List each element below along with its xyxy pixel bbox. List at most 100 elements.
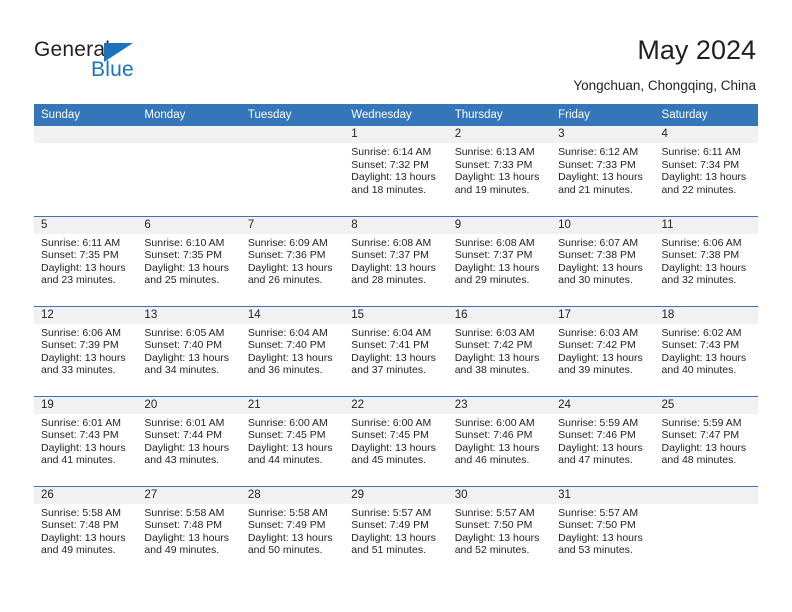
daylight-text-line2: and 52 minutes. (454, 544, 530, 557)
day-details: Sunrise: 6:05 AM Sunset: 7:40 PM Dayligh… (137, 324, 240, 377)
daylight-text-line2: and 48 minutes. (661, 454, 737, 467)
day-cell[interactable]: 8 Sunrise: 6:08 AM Sunset: 7:37 PM Dayli… (344, 215, 448, 306)
day-details (34, 143, 137, 146)
day-cell[interactable]: 16 Sunrise: 6:03 AM Sunset: 7:42 PM Dayl… (447, 305, 552, 396)
day-details: Sunrise: 5:57 AM Sunset: 7:50 PM Dayligh… (551, 504, 654, 557)
daylight-text-line1: Daylight: 13 hours (351, 171, 436, 184)
sunset-text: Sunset: 7:49 PM (351, 519, 429, 532)
day-cell[interactable]: 11 Sunrise: 6:06 AM Sunset: 7:38 PM Dayl… (654, 215, 758, 306)
daylight-text-line1: Daylight: 13 hours (144, 531, 230, 544)
day-cell[interactable]: 5 Sunrise: 6:11 AM Sunset: 7:35 PM Dayli… (34, 215, 138, 306)
daylight-text-line2: and 21 minutes. (558, 183, 633, 196)
sunrise-text: Sunrise: 5:58 AM (144, 506, 225, 519)
day-cell[interactable] (654, 485, 758, 576)
day-cell[interactable]: 3 Sunrise: 6:12 AM Sunset: 7:33 PM Dayli… (551, 126, 655, 216)
daylight-text-line2: and 41 minutes. (41, 454, 116, 467)
day-number (240, 126, 345, 143)
day-number: 29 (344, 486, 448, 504)
daylight-text-line1: Daylight: 13 hours (558, 171, 643, 184)
sunrise-text: Sunrise: 6:00 AM (454, 416, 535, 429)
day-cell[interactable]: 31 Sunrise: 5:57 AM Sunset: 7:50 PM Dayl… (551, 485, 655, 576)
daylight-text-line2: and 37 minutes. (351, 364, 426, 377)
day-cell[interactable]: 20 Sunrise: 6:01 AM Sunset: 7:44 PM Dayl… (137, 395, 241, 486)
day-number: 1 (344, 126, 448, 143)
calendar-week-row: 12 Sunrise: 6:06 AM Sunset: 7:39 PM Dayl… (34, 305, 758, 396)
day-cell[interactable]: 14 Sunrise: 6:04 AM Sunset: 7:40 PM Dayl… (240, 305, 345, 396)
day-cell[interactable] (240, 126, 345, 216)
day-cell[interactable]: 2 Sunrise: 6:13 AM Sunset: 7:33 PM Dayli… (447, 126, 552, 216)
day-details: Sunrise: 6:01 AM Sunset: 7:43 PM Dayligh… (34, 414, 137, 467)
daylight-text-line1: Daylight: 13 hours (454, 351, 540, 364)
day-cell[interactable]: 22 Sunrise: 6:00 AM Sunset: 7:45 PM Dayl… (344, 395, 448, 486)
day-number: 16 (447, 306, 552, 324)
daylight-text-line1: Daylight: 13 hours (247, 261, 333, 274)
day-cell[interactable]: 30 Sunrise: 5:57 AM Sunset: 7:50 PM Dayl… (447, 485, 552, 576)
sunset-text: Sunset: 7:42 PM (454, 339, 533, 352)
day-cell[interactable]: 25 Sunrise: 5:59 AM Sunset: 7:47 PM Dayl… (654, 395, 758, 486)
day-cell[interactable]: 7 Sunrise: 6:09 AM Sunset: 7:36 PM Dayli… (240, 215, 345, 306)
day-details: Sunrise: 5:57 AM Sunset: 7:49 PM Dayligh… (344, 504, 447, 557)
sunset-text: Sunset: 7:40 PM (144, 339, 223, 352)
day-cell[interactable]: 26 Sunrise: 5:58 AM Sunset: 7:48 PM Dayl… (34, 485, 138, 576)
day-cell[interactable]: 10 Sunrise: 6:07 AM Sunset: 7:38 PM Dayl… (551, 215, 655, 306)
day-cell[interactable]: 21 Sunrise: 6:00 AM Sunset: 7:45 PM Dayl… (240, 395, 345, 486)
sunrise-text: Sunrise: 6:13 AM (454, 146, 535, 158)
day-cell[interactable]: 17 Sunrise: 6:03 AM Sunset: 7:42 PM Dayl… (551, 305, 655, 396)
day-number: 28 (240, 486, 345, 504)
daylight-text-line1: Daylight: 13 hours (661, 441, 747, 454)
day-number: 10 (551, 216, 655, 234)
daylight-text-line1: Daylight: 13 hours (351, 351, 436, 364)
daylight-text-line1: Daylight: 13 hours (247, 531, 333, 544)
sunrise-text: Sunrise: 5:59 AM (661, 416, 742, 429)
daylight-text-line2: and 23 minutes. (41, 274, 116, 287)
sunrise-text: Sunrise: 5:58 AM (247, 506, 328, 519)
day-cell[interactable]: 24 Sunrise: 5:59 AM Sunset: 7:46 PM Dayl… (551, 395, 655, 486)
day-cell[interactable] (137, 126, 241, 216)
day-cell[interactable]: 9 Sunrise: 6:08 AM Sunset: 7:37 PM Dayli… (447, 215, 552, 306)
calendar-header-row: Sunday Monday Tuesday Wednesday Thursday… (34, 104, 758, 126)
day-details: Sunrise: 6:03 AM Sunset: 7:42 PM Dayligh… (448, 324, 551, 377)
sunrise-text: Sunrise: 6:06 AM (41, 326, 121, 339)
sunrise-text: Sunrise: 6:04 AM (351, 326, 432, 339)
daylight-text-line2: and 19 minutes. (454, 183, 530, 196)
day-details (655, 504, 758, 507)
sunrise-text: Sunrise: 5:57 AM (351, 506, 432, 519)
sunset-text: Sunset: 7:49 PM (247, 519, 326, 532)
general-blue-logo[interactable]: General Blue (34, 38, 214, 86)
day-details: Sunrise: 5:58 AM Sunset: 7:48 PM Dayligh… (137, 504, 240, 557)
day-cell[interactable]: 19 Sunrise: 6:01 AM Sunset: 7:43 PM Dayl… (34, 395, 138, 486)
sunset-text: Sunset: 7:40 PM (247, 339, 326, 352)
day-cell[interactable]: 15 Sunrise: 6:04 AM Sunset: 7:41 PM Dayl… (344, 305, 448, 396)
sunrise-text: Sunrise: 6:12 AM (558, 146, 639, 158)
sunrise-text: Sunrise: 6:03 AM (454, 326, 535, 339)
day-cell[interactable]: 4 Sunrise: 6:11 AM Sunset: 7:34 PM Dayli… (654, 126, 758, 216)
sunset-text: Sunset: 7:38 PM (661, 249, 740, 262)
sunset-text: Sunset: 7:43 PM (41, 429, 119, 442)
daylight-text-line2: and 53 minutes. (558, 544, 633, 557)
calendar-page: General Blue May 2024 Yongchuan, Chongqi… (0, 0, 792, 612)
day-cell[interactable]: 27 Sunrise: 5:58 AM Sunset: 7:48 PM Dayl… (137, 485, 241, 576)
day-cell[interactable]: 6 Sunrise: 6:10 AM Sunset: 7:35 PM Dayli… (137, 215, 241, 306)
day-details: Sunrise: 6:04 AM Sunset: 7:41 PM Dayligh… (344, 324, 447, 377)
daylight-text-line1: Daylight: 13 hours (454, 531, 540, 544)
daylight-text-line2: and 50 minutes. (247, 544, 323, 557)
day-number (137, 126, 241, 143)
day-details: Sunrise: 6:08 AM Sunset: 7:37 PM Dayligh… (448, 234, 551, 287)
day-cell[interactable]: 23 Sunrise: 6:00 AM Sunset: 7:46 PM Dayl… (447, 395, 552, 486)
day-number: 26 (34, 486, 138, 504)
calendar-body: 1 Sunrise: 6:14 AM Sunset: 7:32 PM Dayli… (34, 126, 758, 576)
day-cell[interactable] (34, 126, 138, 216)
day-cell[interactable]: 18 Sunrise: 6:02 AM Sunset: 7:43 PM Dayl… (654, 305, 758, 396)
day-cell[interactable]: 28 Sunrise: 5:58 AM Sunset: 7:49 PM Dayl… (240, 485, 345, 576)
day-number: 13 (137, 306, 241, 324)
day-details: Sunrise: 6:10 AM Sunset: 7:35 PM Dayligh… (137, 234, 240, 287)
daylight-text-line1: Daylight: 13 hours (41, 531, 126, 544)
day-cell[interactable]: 1 Sunrise: 6:14 AM Sunset: 7:32 PM Dayli… (344, 126, 448, 216)
daylight-text-line1: Daylight: 13 hours (661, 171, 747, 184)
daylight-text-line2: and 22 minutes. (661, 183, 737, 196)
day-cell[interactable]: 12 Sunrise: 6:06 AM Sunset: 7:39 PM Dayl… (34, 305, 138, 396)
daylight-text-line1: Daylight: 13 hours (41, 441, 126, 454)
day-details: Sunrise: 6:06 AM Sunset: 7:39 PM Dayligh… (34, 324, 137, 377)
day-cell[interactable]: 29 Sunrise: 5:57 AM Sunset: 7:49 PM Dayl… (344, 485, 448, 576)
day-cell[interactable]: 13 Sunrise: 6:05 AM Sunset: 7:40 PM Dayl… (137, 305, 241, 396)
